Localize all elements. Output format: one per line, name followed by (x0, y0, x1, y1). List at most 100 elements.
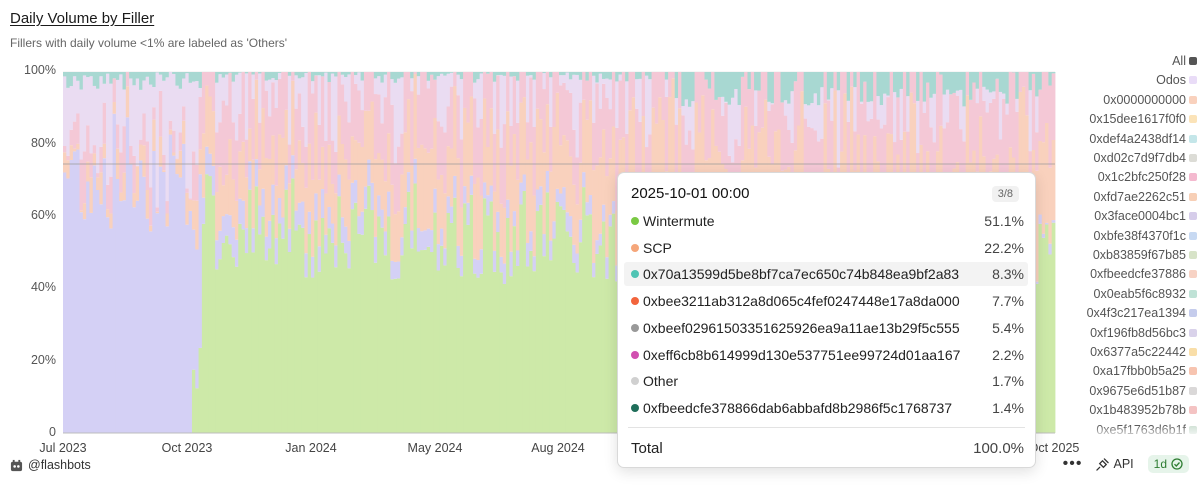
area-segment (129, 145, 133, 164)
area-segment (400, 72, 404, 78)
area-segment (737, 72, 742, 105)
area-segment (502, 284, 507, 433)
area-segment (264, 158, 269, 237)
area-segment (291, 178, 295, 433)
area-segment (251, 72, 256, 75)
legend-item[interactable]: 0x6377a5c22442 (1058, 345, 1199, 363)
area-segment (274, 185, 279, 239)
area-segment (714, 99, 719, 146)
area-segment (618, 80, 623, 140)
area-segment (86, 77, 90, 126)
legend-item[interactable]: 0xfbeedcfe37886 (1058, 267, 1199, 285)
area-segment (562, 187, 567, 210)
area-segment (463, 107, 467, 187)
area-segment (922, 101, 927, 114)
legend-item[interactable]: 0x1c2bfc250f28 (1058, 170, 1199, 188)
x-tick-jul-2023: Jul 2023 (39, 441, 87, 455)
area-segment (311, 81, 315, 94)
area-segment (793, 72, 798, 82)
footer-brand[interactable]: @flashbots (10, 458, 91, 472)
area-segment (572, 74, 576, 130)
legend-item[interactable]: 0x3face0004bc1 (1058, 209, 1199, 227)
area-segment (423, 230, 428, 250)
area-segment (476, 177, 481, 261)
legend-item[interactable]: 0xdef4a2438df14 (1058, 132, 1199, 150)
area-segment (807, 72, 811, 106)
area-segment (529, 77, 533, 143)
area-segment (813, 72, 818, 94)
area-segment (601, 83, 606, 130)
area-segment (506, 111, 510, 200)
area-segment (509, 276, 514, 433)
legend-item[interactable]: 0xfd7ae2262c51 (1058, 190, 1199, 208)
more-options-button[interactable]: ••• (1063, 455, 1083, 473)
legend-item[interactable]: 0xb83859f67b85 (1058, 248, 1199, 266)
area-segment (783, 100, 788, 116)
series-color-dot (631, 350, 639, 359)
refresh-interval-badge[interactable]: 1d (1147, 455, 1189, 473)
area-segment (420, 250, 424, 433)
area-segment (125, 117, 130, 433)
area-segment (648, 79, 652, 135)
legend-item[interactable]: 0x1b483952b78b (1058, 403, 1199, 421)
area-segment (886, 95, 891, 98)
legend-item[interactable]: 0x0000000000 (1058, 93, 1199, 111)
api-button[interactable]: API (1096, 457, 1134, 471)
legend-item[interactable]: 0x15dee1617f0f0 (1058, 112, 1199, 130)
area-segment (539, 119, 543, 187)
legend-item[interactable]: 0xa17fbb0b5a25 (1058, 364, 1199, 382)
area-segment (691, 72, 695, 102)
area-segment (955, 95, 960, 163)
area-segment (803, 104, 808, 119)
area-segment (734, 89, 738, 140)
area-segment (631, 72, 636, 98)
area-segment (899, 72, 904, 89)
area-segment (724, 101, 729, 103)
area-segment (959, 89, 963, 130)
area-segment (701, 72, 705, 96)
area-segment (572, 244, 576, 263)
legend-item[interactable]: 0xd02c7d9f7db4 (1058, 151, 1199, 169)
area-segment (294, 75, 299, 109)
area-segment (777, 72, 781, 130)
area-segment (69, 159, 74, 434)
area-segment (119, 74, 123, 153)
area-segment (380, 123, 385, 160)
area-segment (396, 278, 401, 433)
area-segment (479, 73, 484, 119)
legend-item[interactable]: 0x9675e6d51b87 (1058, 384, 1199, 402)
legend-item[interactable]: 0xf196fb8d56bc3 (1058, 326, 1199, 344)
area-segment (251, 252, 256, 433)
area-segment (866, 72, 871, 102)
area-segment (810, 72, 815, 104)
area-segment (162, 72, 166, 81)
area-segment (949, 94, 953, 180)
area-segment (906, 96, 910, 132)
legend-item[interactable]: 0xbfe38f4370f1c (1058, 229, 1199, 247)
area-segment (211, 195, 216, 433)
area-segment (426, 228, 431, 247)
area-segment (512, 134, 517, 212)
area-segment (234, 239, 239, 267)
area-segment (390, 72, 395, 80)
area-segment (443, 75, 447, 133)
area-segment (129, 164, 133, 433)
legend-item[interactable]: All (1058, 54, 1199, 72)
area-segment (287, 252, 292, 433)
area-segment (1051, 140, 1056, 221)
area-segment (251, 159, 256, 229)
area-segment (555, 201, 560, 433)
area-segment (486, 73, 490, 148)
legend-item[interactable]: 0x4f3c217ea1394 (1058, 306, 1199, 324)
area-segment (406, 72, 411, 100)
area-segment (311, 277, 315, 433)
area-segment (479, 72, 484, 74)
area-segment (727, 104, 732, 156)
legend-item[interactable]: 0x0eab5f6c8932 (1058, 287, 1199, 305)
area-segment (585, 80, 590, 120)
tooltip-series-name: 0xfbeedcfe378866dab6abbafd8b2986f5c17687… (643, 399, 953, 416)
area-segment (902, 72, 907, 132)
legend-item[interactable]: Odos (1058, 73, 1199, 91)
area-segment (287, 72, 292, 76)
area-segment (327, 144, 332, 207)
